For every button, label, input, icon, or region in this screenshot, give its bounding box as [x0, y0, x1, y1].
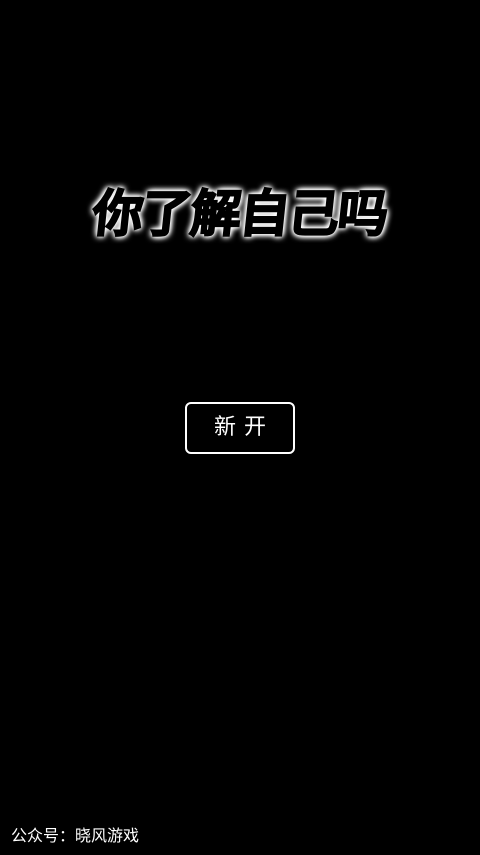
game-title: 你了解自己吗: [89, 184, 391, 244]
footer-credit: 公众号：晓风游戏: [11, 826, 140, 845]
new-game-button[interactable]: 新开: [185, 402, 295, 454]
game-start-screen: 你了解自己吗 新开 公众号：晓风游戏: [0, 0, 480, 855]
